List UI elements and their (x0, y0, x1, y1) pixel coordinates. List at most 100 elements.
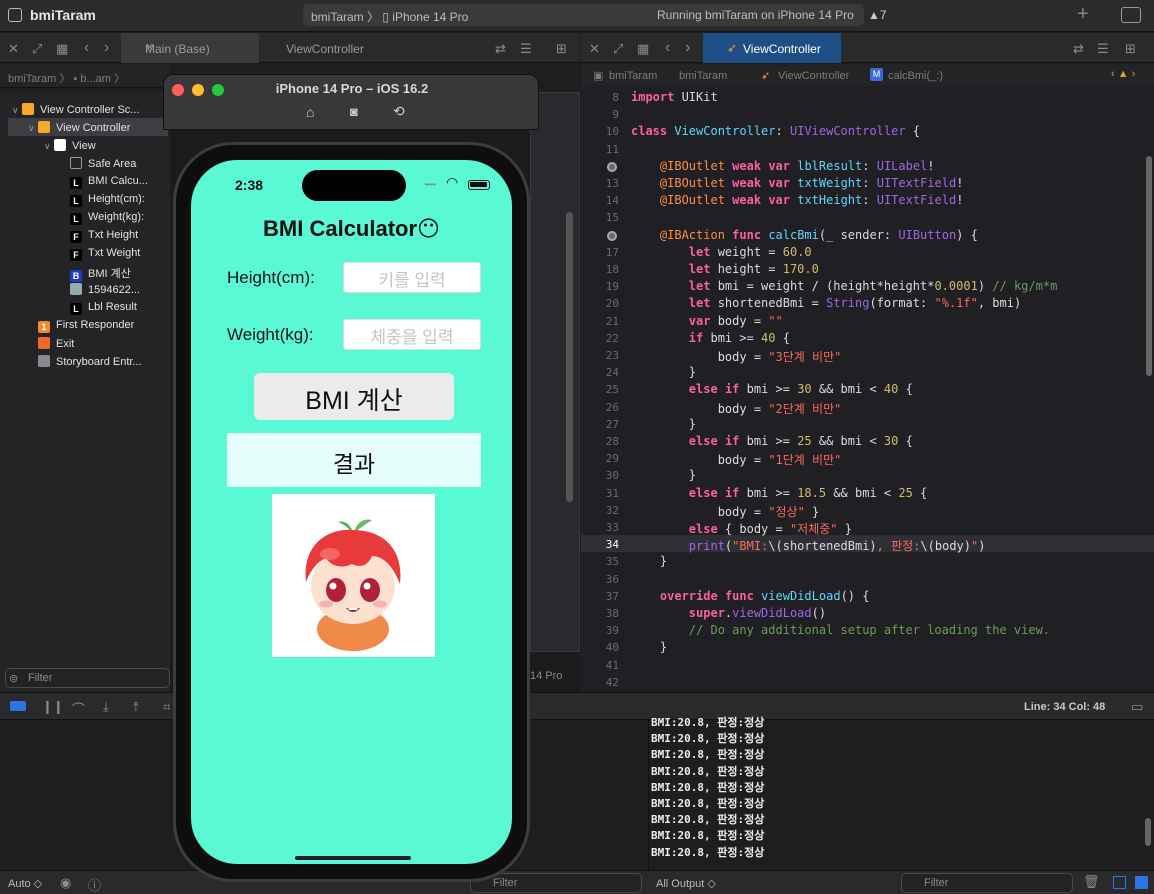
grid-icon[interactable]: ▦ (56, 41, 68, 57)
console-scrollbar[interactable] (1145, 818, 1151, 846)
back-icon[interactable]: ‹ (84, 39, 89, 57)
add-icon[interactable]: + (1077, 3, 1089, 26)
code-line[interactable]: let weight = 60.0 (631, 245, 812, 259)
code-editor[interactable]: 8 import UIKit 9 10 class ViewController: UI… (581, 86, 1154, 692)
disclosure-icon[interactable]: ∨ (28, 123, 38, 134)
height-input[interactable]: 키를 입력 (343, 262, 481, 293)
code-line[interactable]: else if bmi >= 25 && bmi < 30 { (631, 434, 913, 448)
jump-group[interactable]: bmiTaram (679, 70, 727, 82)
code-line[interactable]: } (631, 417, 696, 431)
editor-options-icon[interactable]: ☰ (520, 41, 532, 57)
warning-count[interactable]: ▲7 (868, 8, 887, 22)
outline-item[interactable]: ∨ View Controller (8, 118, 168, 136)
device-label[interactable]: 14 Pro (530, 670, 562, 682)
show-variables-icon[interactable] (1113, 876, 1126, 889)
code-line[interactable]: body = "3단계 비만" (631, 348, 842, 365)
code-line[interactable]: var body = "" (631, 314, 783, 328)
outline-item[interactable]: L Lbl Result (0, 298, 170, 316)
info-icon[interactable]: ⓘ (88, 875, 101, 894)
debug-view-icon[interactable]: ⌗ (163, 699, 170, 715)
close-tab-icon[interactable]: ✕ (145, 41, 154, 54)
code-line[interactable]: } (631, 640, 667, 654)
trash-icon[interactable]: 🗑 (1083, 874, 1100, 890)
code-line[interactable]: super.viewDidLoad() (631, 606, 826, 620)
code-line[interactable]: if bmi >= 40 { (631, 331, 790, 345)
outline-item[interactable]: L Weight(kg): (0, 208, 170, 226)
code-line[interactable]: @IBOutlet weak var txtHeight: UITextFiel… (631, 193, 964, 207)
related-items-icon[interactable]: ⇄ (495, 41, 506, 57)
pause-icon[interactable]: ❙❙ (42, 699, 64, 715)
outlet-connection-icon[interactable] (607, 161, 617, 172)
home-indicator[interactable] (295, 856, 411, 860)
jump-file[interactable]: ViewController (778, 70, 849, 82)
simulator-titlebar[interactable]: iPhone 14 Pro – iOS 16.2 ⌂ ◙ ⟲ (163, 74, 539, 130)
console-filter-field[interactable]: Filter (901, 873, 1073, 893)
code-line[interactable]: print("BMI:\(shortenedBmi), 판정:\(body)") (631, 537, 986, 554)
variables-scope-select[interactable]: Auto ◇ (8, 877, 42, 890)
screenshot-icon[interactable]: ◙ (350, 104, 358, 119)
eye-icon[interactable]: ◉ (60, 875, 71, 891)
code-line[interactable]: } (631, 468, 696, 482)
tab-viewcontroller-active[interactable]: ViewController (703, 33, 841, 63)
hide-debug-icon[interactable]: ▭ (1131, 699, 1143, 715)
right-jump-bar[interactable]: ▣ bmiTaram bmiTaram ➶ ViewController M c… (581, 64, 1154, 88)
canvas-scrollbar[interactable] (566, 212, 573, 502)
outline-item[interactable]: L Height(cm): (0, 190, 170, 208)
split-editor-icon[interactable]: ⊞ (556, 41, 567, 57)
outline-item[interactable]: ∨ View (0, 136, 170, 154)
editor-options-icon[interactable]: ☰ (1097, 41, 1109, 57)
forward-icon[interactable]: › (685, 39, 690, 57)
scheme-selector[interactable]: bmiTaram 〉 ▯ iPhone 14 Pro Running bmiTa… (303, 4, 864, 26)
bmi-calc-button[interactable]: BMI 계산 (254, 373, 454, 420)
code-line[interactable]: } (631, 365, 696, 379)
jump-method[interactable]: calcBmi(_:) (888, 70, 943, 82)
code-line[interactable]: else { body = "저체중" } (631, 520, 852, 537)
code-line[interactable]: // Do any additional setup after loading… (631, 623, 1050, 637)
code-line[interactable]: body = "정상" } (631, 503, 820, 520)
outline-item[interactable]: F Txt Height (0, 226, 170, 244)
code-line[interactable]: let shortenedBmi = String(format: "%.1f"… (631, 296, 1021, 310)
forward-icon[interactable]: › (104, 39, 109, 57)
outline-item[interactable]: 1594622... (0, 280, 170, 298)
close-icon[interactable]: ✕ (8, 41, 19, 57)
grid-icon[interactable]: ▦ (637, 41, 649, 57)
outline-item[interactable]: Safe Area (0, 154, 170, 172)
code-line[interactable]: body = "1단계 비만" (631, 451, 842, 468)
tab-main-storyboard[interactable]: Main (Base) (121, 33, 259, 63)
close-icon[interactable]: ✕ (589, 41, 600, 57)
code-line[interactable]: class ViewController: UIViewController { (631, 124, 920, 138)
back-icon[interactable]: ‹ (665, 39, 670, 57)
code-line[interactable]: override func viewDidLoad() { (631, 589, 870, 603)
expand-icon[interactable]: ⤢ (32, 41, 42, 57)
warning-icon[interactable]: ‹ ▲ › (1111, 68, 1135, 80)
code-line[interactable]: else if bmi >= 18.5 && bmi < 25 { (631, 486, 927, 500)
related-items-icon[interactable]: ⇄ (1073, 41, 1084, 57)
output-select[interactable]: All Output ◇ (656, 877, 716, 890)
code-line[interactable]: let height = 170.0 (631, 262, 819, 276)
breakpoints-toggle-icon[interactable] (10, 701, 26, 711)
outline-item[interactable]: 1 First Responder (0, 316, 170, 334)
step-out-icon[interactable]: ⤒ (133, 699, 139, 715)
outline-item[interactable]: F Txt Weight (0, 244, 170, 262)
code-line[interactable]: import UIKit (631, 90, 718, 104)
code-line[interactable]: let bmi = weight / (height*height*0.0001… (631, 279, 1058, 293)
outline-item[interactable]: B BMI 계산 (0, 262, 170, 282)
tab-viewcontroller[interactable]: ViewController (270, 33, 390, 63)
editor-scrollbar[interactable] (1146, 156, 1152, 376)
weight-input[interactable]: 체중을 입력 (343, 319, 481, 350)
code-line[interactable]: @IBAction func calcBmi(_ sender: UIButto… (631, 228, 978, 242)
rotate-icon[interactable]: ⟲ (393, 103, 405, 120)
show-console-icon[interactable] (1135, 876, 1148, 889)
code-line[interactable]: body = "2단계 비만" (631, 400, 842, 417)
outline-filter-field[interactable]: Filter (5, 668, 170, 688)
inspector-toggle-icon[interactable] (1121, 7, 1141, 23)
jump-project[interactable]: bmiTaram (609, 70, 657, 82)
step-into-icon[interactable]: ⤓ (103, 699, 109, 715)
run-destination[interactable]: bmiTaram 〉 ▯ iPhone 14 Pro (311, 8, 468, 25)
outlet-connection-icon[interactable] (607, 230, 617, 241)
outline-item[interactable]: Storyboard Entr... (0, 352, 170, 370)
disclosure-icon[interactable]: ∨ (44, 141, 54, 152)
code-line[interactable]: @IBOutlet weak var txtWeight: UITextFiel… (631, 176, 964, 190)
code-line[interactable]: } (631, 554, 667, 568)
outline-item[interactable]: ∨ View Controller Sc... (0, 100, 170, 118)
